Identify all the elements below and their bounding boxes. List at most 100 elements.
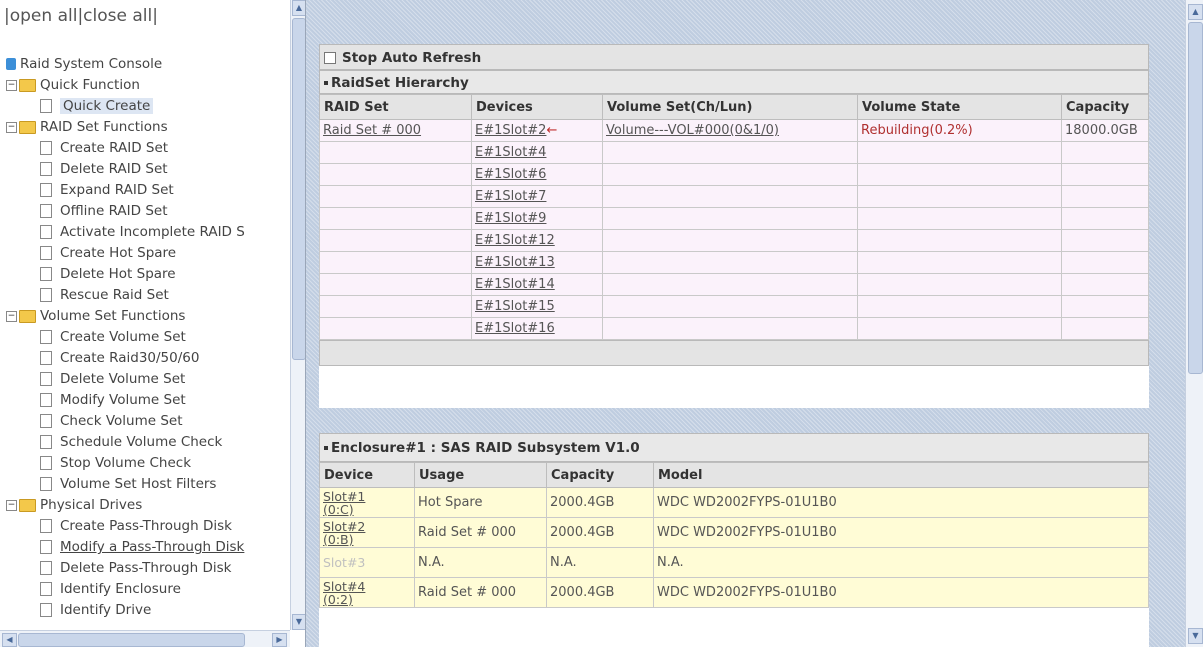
- tree-toggle-bar: |open all|close all|: [4, 6, 158, 26]
- collapse-icon[interactable]: −: [6, 121, 17, 133]
- page-icon: [40, 519, 52, 533]
- device-cell: E#1Slot#9: [471, 207, 603, 230]
- auto-refresh-bar: Stop Auto Refresh: [319, 44, 1149, 70]
- tree-item[interactable]: Volume Set Host Filters: [6, 474, 292, 495]
- col-devices: Devices: [471, 94, 603, 120]
- col-raid-set: RAID Set: [319, 94, 472, 120]
- scroll-up-icon[interactable]: ▲: [292, 0, 305, 16]
- tree-item[interactable]: Identify Drive: [6, 600, 292, 621]
- left-vertical-scrollbar[interactable]: ▲ ▼: [290, 0, 305, 630]
- tree-item[interactable]: Expand RAID Set: [6, 180, 292, 201]
- tree-item[interactable]: Quick Create: [6, 96, 292, 117]
- device-link[interactable]: E#1Slot#13: [475, 255, 555, 270]
- scroll-down-icon[interactable]: ▼: [1188, 628, 1203, 644]
- usage-cell: N.A.: [414, 547, 547, 578]
- tree-item[interactable]: Offline RAID Set: [6, 201, 292, 222]
- tree-group[interactable]: − RAID Set Functions: [6, 117, 292, 138]
- model-cell: WDC WD2002FYPS-01U1B0: [653, 517, 1149, 548]
- device-cell: E#1Slot#7: [471, 185, 603, 208]
- collapse-icon[interactable]: −: [6, 499, 17, 511]
- page-icon: [40, 183, 52, 197]
- device-link[interactable]: E#1Slot#16: [475, 321, 555, 336]
- scroll-thumb[interactable]: [292, 18, 305, 360]
- device-link[interactable]: E#1Slot#7: [475, 189, 546, 204]
- scroll-right-icon[interactable]: ▶: [272, 633, 287, 647]
- slot-channel-link[interactable]: (0:B): [323, 532, 354, 547]
- volume-cell: [602, 273, 858, 296]
- tree-item[interactable]: Delete Hot Spare: [6, 264, 292, 285]
- device-link[interactable]: E#1Slot#9: [475, 211, 546, 226]
- page-icon: [40, 582, 52, 596]
- device-link[interactable]: E#1Slot#15: [475, 299, 555, 314]
- folder-icon: [19, 78, 36, 92]
- scroll-left-icon[interactable]: ◀: [2, 633, 17, 647]
- state-cell: [857, 141, 1062, 164]
- slot-channel-link[interactable]: (0:2): [323, 592, 353, 607]
- slot-link[interactable]: Slot#3: [323, 555, 365, 570]
- tree-item[interactable]: Delete Volume Set: [6, 369, 292, 390]
- open-all-link[interactable]: open all: [10, 6, 78, 26]
- capacity-cell: 2000.4GB: [546, 577, 654, 608]
- table-row: E#1Slot#13: [319, 251, 1149, 274]
- page-icon: [40, 393, 52, 407]
- table-row: E#1Slot#7: [319, 185, 1149, 208]
- tree-item[interactable]: Modify a Pass-Through Disk: [6, 537, 292, 558]
- enclosure-title: Enclosure#1 : SAS RAID Subsystem V1.0: [331, 440, 640, 456]
- tree-item[interactable]: Modify Volume Set: [6, 390, 292, 411]
- device-link[interactable]: E#1Slot#6: [475, 167, 546, 182]
- tree-item[interactable]: Stop Volume Check: [6, 453, 292, 474]
- tree-root[interactable]: Raid System Console: [6, 54, 292, 75]
- capacity-cell: 2000.4GB: [546, 487, 654, 518]
- tree-item[interactable]: Create Raid30/50/60: [6, 348, 292, 369]
- right-vertical-scrollbar[interactable]: ▲ ▼: [1185, 0, 1203, 647]
- stop-auto-refresh-checkbox[interactable]: [324, 52, 336, 64]
- collapse-icon[interactable]: −: [6, 79, 17, 91]
- scroll-up-icon[interactable]: ▲: [1188, 4, 1203, 20]
- device-link[interactable]: E#1Slot#12: [475, 233, 555, 248]
- bullet-icon: [324, 81, 328, 85]
- tree-item-label: Identify Drive: [60, 602, 152, 618]
- tree-group[interactable]: − Volume Set Functions: [6, 306, 292, 327]
- capacity-cell: [1061, 185, 1149, 208]
- scroll-thumb[interactable]: [1188, 22, 1203, 374]
- device-link[interactable]: E#1Slot#2: [475, 123, 546, 138]
- volume-cell: [602, 317, 858, 340]
- capacity-cell: N.A.: [546, 547, 654, 578]
- tree-item[interactable]: Create RAID Set: [6, 138, 292, 159]
- volume-link[interactable]: Volume---VOL#000(0&1/0): [606, 123, 779, 138]
- raidset-table: RAID Set Devices Volume Set(Ch/Lun) Volu…: [319, 94, 1149, 340]
- tree-group[interactable]: − Physical Drives: [6, 495, 292, 516]
- scroll-down-icon[interactable]: ▼: [292, 614, 305, 630]
- table-row: E#1Slot#6: [319, 163, 1149, 186]
- page-icon: [40, 477, 52, 491]
- left-horizontal-scrollbar[interactable]: ◀ ▶: [0, 630, 290, 647]
- model-cell: WDC WD2002FYPS-01U1B0: [653, 487, 1149, 518]
- tree-item[interactable]: Rescue Raid Set: [6, 285, 292, 306]
- tree-item[interactable]: Activate Incomplete RAID S: [6, 222, 292, 243]
- page-icon: [40, 351, 52, 365]
- slot-channel-link[interactable]: (0:C): [323, 502, 354, 517]
- capacity-cell: [1061, 317, 1149, 340]
- tree-item-label: Offline RAID Set: [60, 203, 168, 219]
- state-cell: [857, 251, 1062, 274]
- tree-item[interactable]: Create Volume Set: [6, 327, 292, 348]
- page-icon: [40, 540, 52, 554]
- collapse-icon[interactable]: −: [6, 310, 17, 322]
- page-icon: [40, 246, 52, 260]
- tree-item[interactable]: Schedule Volume Check: [6, 432, 292, 453]
- raid-set-link[interactable]: Raid Set # 000: [323, 123, 421, 138]
- tree-group[interactable]: − Quick Function: [6, 75, 292, 96]
- volume-cell: [602, 229, 858, 252]
- scroll-thumb[interactable]: [18, 633, 245, 647]
- tree-item[interactable]: Delete RAID Set: [6, 159, 292, 180]
- tree-item[interactable]: Create Hot Spare: [6, 243, 292, 264]
- state-cell: [857, 273, 1062, 296]
- tree-item[interactable]: Check Volume Set: [6, 411, 292, 432]
- device-link[interactable]: E#1Slot#4: [475, 145, 546, 160]
- device-link[interactable]: E#1Slot#14: [475, 277, 555, 292]
- tree-item[interactable]: Delete Pass-Through Disk: [6, 558, 292, 579]
- tree-item[interactable]: Create Pass-Through Disk: [6, 516, 292, 537]
- close-all-link[interactable]: close all: [83, 6, 152, 26]
- tree-item[interactable]: Identify Enclosure: [6, 579, 292, 600]
- device-cell: E#1Slot#16: [471, 317, 603, 340]
